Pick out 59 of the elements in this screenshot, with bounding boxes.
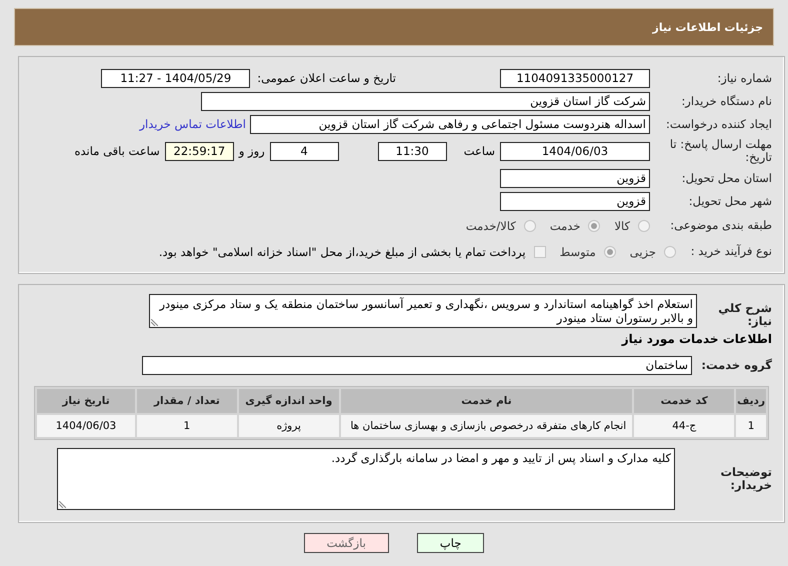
contact-link[interactable]: اطلاعات تماس خریدار	[139, 117, 246, 131]
table-cell: 1404/06/03	[37, 415, 135, 437]
option-label: خدمت	[550, 218, 580, 232]
field-label: تاریخ و ساعت اعلان عمومی:	[257, 71, 396, 85]
announce-date-field[interactable]: 1404/05/29 - 11:27	[101, 68, 250, 88]
column-header: واحد اندازه گیری	[238, 389, 339, 413]
radio-button[interactable]	[588, 220, 600, 232]
field-label: استان محل تحویل:	[680, 172, 772, 184]
section-title: اطلاعات خدمات مورد نیاز	[620, 332, 772, 346]
time-label: ساعت	[464, 144, 495, 158]
city-field[interactable]: قزوین	[500, 192, 650, 210]
requester-field[interactable]: اسداله هنردوست مسئول اجتماعی و رفاهی شرکت گاز استان قزوین	[250, 114, 650, 134]
deadline-date-field[interactable]: 1404/06/03	[500, 142, 650, 160]
deadline-time-field[interactable]: 11:30	[378, 142, 447, 160]
column-header: نام خدمت	[340, 389, 632, 413]
field-label: گروه خدمت:	[700, 358, 772, 372]
field-label: ایجاد کننده درخواست:	[665, 118, 772, 130]
radio-button[interactable]	[638, 220, 650, 232]
option-label: کالا/خدمت	[466, 218, 516, 232]
radio-button[interactable]	[664, 246, 676, 258]
service-group-field[interactable]: ساختمان	[142, 356, 692, 374]
table-cell: پروژه	[238, 415, 339, 437]
back-button[interactable]: بازگشت	[304, 533, 389, 553]
table-cell: 1	[136, 415, 237, 437]
treasury-note: پرداخت تمام یا بخشی از مبلغ خرید،از محل "اسناد خزانه اسلامی" خواهد بود.	[158, 244, 526, 258]
days-label: روز و	[238, 144, 265, 158]
table-cell: انجام کارهای متفرقه درخصوص بازسازی و بهسازی ساختمان ها	[340, 415, 632, 437]
column-header: کد خدمت	[634, 389, 734, 413]
radio-button[interactable]	[524, 220, 536, 232]
resize-grip-icon	[151, 319, 158, 326]
option-label: جزیی	[630, 244, 656, 258]
field-label: شهر محل تحویل:	[688, 194, 772, 208]
days-field[interactable]: 4	[270, 142, 339, 160]
province-field[interactable]: قزوین	[500, 168, 650, 188]
print-button[interactable]: چاپ	[416, 533, 484, 553]
field-label: مهلت ارسال پاسخ: تا تاریخ:	[668, 138, 772, 164]
page-title: جزئیات اطلاعات نیاز	[652, 20, 763, 34]
column-header: تعداد / مقدار	[136, 389, 237, 413]
field-label: طبقه بندی موضوعی:	[669, 219, 772, 232]
field-label: نوع فرآیند خرید :	[690, 245, 772, 258]
field-label: شرح کلي نیاز:	[717, 300, 772, 328]
remaining-label: ساعت باقی مانده	[74, 144, 160, 158]
radio-button[interactable]	[604, 246, 616, 258]
column-header: ردیف	[736, 389, 766, 413]
option-label: کالا	[614, 218, 630, 232]
table-cell: 1	[736, 415, 766, 437]
buyer-notes-field[interactable]: کلیه مدارک و اسناد پس از تایید و مهر و امضا در سامانه بارگذاری گردد.	[57, 448, 675, 510]
column-header: تاریخ نیاز	[37, 389, 135, 413]
resize-grip-icon	[59, 501, 66, 508]
need-number-field[interactable]: 1104091335000127	[500, 68, 650, 88]
field-label: توضیحات خریدار:	[720, 466, 772, 492]
field-label: نام دستگاه خریدار:	[680, 94, 772, 108]
buyer-org-field[interactable]: شرکت گاز استان قزوین	[201, 92, 650, 110]
option-label: متوسط	[560, 244, 596, 258]
description-field[interactable]: استعلام اخذ گواهینامه استاندارد و سرویس ،نگهداری و تعمیر آسانسور ساختمان منطقه یک و ستاد مرکزی مینودر و بالابر رستوران ستاد مینودر	[149, 294, 697, 328]
field-label: شماره نیاز:	[716, 72, 772, 84]
checkbox[interactable]	[534, 246, 546, 258]
remaining-time-field[interactable]: 22:59:17	[164, 142, 234, 160]
table-cell: ج-44	[634, 415, 734, 437]
